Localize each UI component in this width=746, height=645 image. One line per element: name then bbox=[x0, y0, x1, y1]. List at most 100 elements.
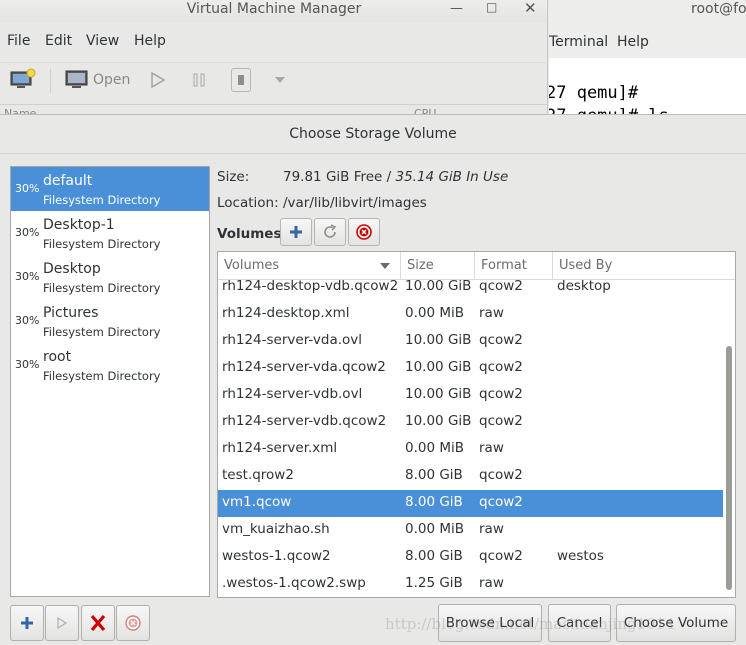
cancel-button[interactable]: Cancel bbox=[548, 604, 611, 642]
vmm-title: Virtual Machine Manager bbox=[186, 1, 362, 17]
delete-pool-button[interactable] bbox=[116, 605, 150, 641]
pool-type: Filesystem Directory bbox=[43, 281, 161, 295]
pool-name: Desktop-1 bbox=[43, 217, 115, 233]
choose-volume-button[interactable]: Choose Volume bbox=[616, 604, 736, 642]
delete-volume-button[interactable] bbox=[348, 218, 380, 246]
add-pool-button[interactable] bbox=[10, 605, 44, 641]
pool-item-desktop-1[interactable]: 30% Desktop-1 Filesystem Directory bbox=[11, 211, 209, 255]
add-volume-button[interactable] bbox=[280, 218, 312, 246]
cell-size: 0.00 MiB bbox=[405, 305, 465, 321]
open-button[interactable]: Open bbox=[93, 72, 130, 88]
table-row[interactable]: rh124-server-vdb.ovl 10.00 GiB qcow2 bbox=[218, 382, 723, 409]
cell-size: 1.25 GiB bbox=[405, 575, 463, 591]
new-vm-icon[interactable] bbox=[10, 68, 36, 90]
table-row[interactable]: test.qrow2 8.00 GiB qcow2 bbox=[218, 463, 723, 490]
close-icon[interactable]: ✕ bbox=[524, 0, 537, 17]
table-row[interactable]: rh124-server-vdb.qcow2 10.00 GiB qcow2 bbox=[218, 409, 723, 436]
column-header-label: Volumes bbox=[224, 258, 280, 273]
cell-volume-name: .westos-1.qcow2.swp bbox=[222, 575, 366, 591]
pool-name: default bbox=[43, 173, 93, 189]
pool-type: Filesystem Directory bbox=[43, 193, 161, 207]
terminal-line: 27 qemu]# bbox=[549, 83, 639, 103]
minimize-icon[interactable]: — bbox=[450, 1, 463, 16]
cell-size: 8.00 GiB bbox=[405, 548, 463, 564]
cell-format: raw bbox=[479, 305, 504, 321]
pool-usage: 30% bbox=[15, 182, 40, 195]
terminal-window: root@fo Terminal Help 27 qemu]# 27 qemu]… bbox=[549, 0, 746, 118]
monitor-icon[interactable] bbox=[65, 69, 89, 91]
delete-icon bbox=[356, 224, 372, 240]
cell-size: 8.00 GiB bbox=[405, 494, 463, 510]
table-row[interactable]: rh124-desktop.xml 0.00 MiB raw bbox=[218, 301, 723, 328]
size-in-use: 35.14 GiB In Use bbox=[395, 169, 509, 185]
cell-format: qcow2 bbox=[479, 359, 523, 375]
terminal-body[interactable]: 27 qemu]# 27 qemu]# ls bbox=[549, 58, 746, 118]
volumes-table: Volumes Size Format Used By rh124-deskto… bbox=[217, 251, 736, 598]
cell-used-by: westos bbox=[557, 548, 604, 564]
table-row[interactable]: westos-1.qcow2 8.00 GiB qcow2 westos bbox=[218, 544, 723, 571]
play-icon[interactable] bbox=[149, 70, 167, 90]
size-label: Size: bbox=[217, 169, 250, 185]
pool-usage: 30% bbox=[15, 226, 40, 239]
cell-format: qcow2 bbox=[479, 548, 523, 564]
terminal-menu-help[interactable]: Help bbox=[617, 34, 649, 50]
maximize-icon[interactable]: □ bbox=[486, 0, 497, 14]
menu-edit[interactable]: Edit bbox=[45, 33, 72, 49]
menu-view[interactable]: View bbox=[86, 33, 119, 49]
cell-format: qcow2 bbox=[479, 332, 523, 348]
cell-size: 10.00 GiB bbox=[405, 359, 472, 375]
delete-icon bbox=[125, 615, 141, 631]
terminal-title: root@fo bbox=[691, 1, 746, 17]
pool-item-default[interactable]: 30% default Filesystem Directory bbox=[11, 167, 209, 211]
scrollbar[interactable] bbox=[726, 346, 732, 590]
table-row[interactable]: rh124-server.xml 0.00 MiB raw bbox=[218, 436, 723, 463]
menu-help[interactable]: Help bbox=[134, 33, 166, 49]
cell-volume-name: rh124-server.xml bbox=[222, 440, 338, 456]
cell-format: qcow2 bbox=[479, 467, 523, 483]
pool-usage: 30% bbox=[15, 270, 40, 283]
terminal-menu-terminal[interactable]: Terminal bbox=[549, 34, 608, 50]
table-row[interactable]: vm1.qcow 8.00 GiB qcow2 bbox=[218, 490, 723, 517]
choose-storage-volume-dialog: Choose Storage Volume 30% default Filesy… bbox=[0, 114, 746, 645]
table-row[interactable]: .westos-1.qcow2.swp 1.25 GiB raw bbox=[218, 571, 723, 597]
cell-format: qcow2 bbox=[479, 413, 523, 429]
sort-descending-icon bbox=[380, 263, 390, 269]
cell-volume-name: rh124-desktop-vdb.qcow2 bbox=[222, 278, 399, 294]
plus-icon bbox=[290, 226, 302, 238]
location-value: /var/lib/libvirt/images bbox=[283, 195, 427, 211]
refresh-icon bbox=[324, 224, 337, 238]
table-row[interactable]: rh124-server-vda.ovl 10.00 GiB qcow2 bbox=[218, 328, 723, 355]
refresh-volumes-button[interactable] bbox=[314, 218, 346, 246]
pool-item-pictures[interactable]: 30% Pictures Filesystem Directory bbox=[11, 299, 209, 343]
pause-icon[interactable] bbox=[190, 70, 208, 90]
vmm-window: Virtual Machine Manager — □ ✕ File Edit … bbox=[0, 0, 548, 118]
pool-item-desktop[interactable]: 30% Desktop Filesystem Directory bbox=[11, 255, 209, 299]
cell-format: qcow2 bbox=[479, 278, 523, 294]
stop-pool-button[interactable] bbox=[81, 605, 115, 641]
pool-usage: 30% bbox=[15, 314, 40, 327]
cell-size: 10.00 GiB bbox=[405, 413, 472, 429]
vmm-toolbar: Open bbox=[0, 62, 548, 98]
menu-file[interactable]: File bbox=[7, 33, 30, 49]
cell-volume-name: westos-1.qcow2 bbox=[222, 548, 331, 564]
table-row[interactable]: rh124-server-vda.qcow2 10.00 GiB qcow2 bbox=[218, 355, 723, 382]
stop-icon[interactable] bbox=[231, 68, 251, 92]
browse-local-button[interactable]: Browse Local bbox=[438, 604, 542, 642]
toolbar-separator bbox=[50, 69, 51, 93]
pool-name: Pictures bbox=[43, 305, 99, 321]
divider bbox=[0, 153, 746, 154]
cell-size: 10.00 GiB bbox=[405, 278, 472, 294]
pool-name: Desktop bbox=[43, 261, 101, 277]
table-row[interactable]: vm_kuaizhao.sh 0.00 MiB raw bbox=[218, 517, 723, 544]
volumes-label: Volumes bbox=[217, 226, 282, 242]
chevron-down-icon[interactable] bbox=[274, 74, 286, 86]
cell-size: 8.00 GiB bbox=[405, 467, 463, 483]
cell-volume-name: rh124-server-vdb.qcow2 bbox=[222, 413, 387, 429]
cell-volume-name: rh124-server-vda.ovl bbox=[222, 332, 363, 348]
pool-name: root bbox=[43, 349, 72, 365]
cell-volume-name: vm_kuaizhao.sh bbox=[222, 521, 330, 537]
table-row[interactable]: rh124-desktop-vdb.qcow2 10.00 GiB qcow2 des… bbox=[218, 274, 723, 301]
pool-type: Filesystem Directory bbox=[43, 369, 161, 383]
start-pool-button[interactable] bbox=[45, 605, 79, 641]
pool-item-root[interactable]: 30% root Filesystem Directory bbox=[11, 343, 209, 387]
